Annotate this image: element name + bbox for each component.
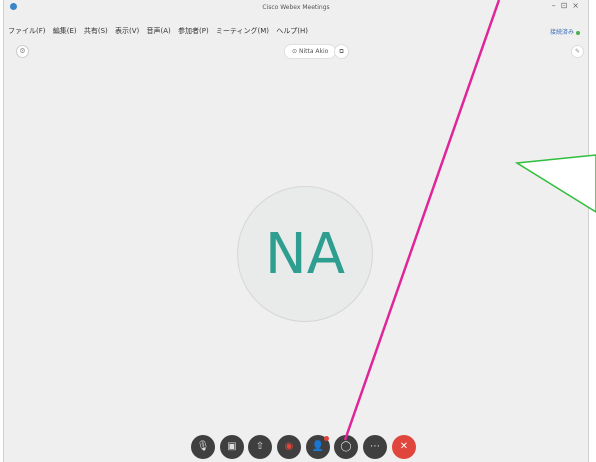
- menu-audio[interactable]: 音声(A): [147, 27, 171, 35]
- end-call-icon: ✕: [399, 441, 409, 452]
- layout-icon[interactable]: ⧉: [334, 44, 349, 59]
- share-button[interactable]: ⇧: [248, 435, 272, 459]
- participants-icon: 👤: [311, 441, 325, 452]
- record-button[interactable]: ◉: [277, 435, 301, 459]
- participant-avatar: NA: [237, 186, 373, 322]
- menu-share[interactable]: 共有(S): [84, 27, 108, 35]
- share-icon: ⇧: [255, 441, 265, 452]
- more-icon: ⋯: [370, 441, 380, 452]
- title-bar: Cisco Webex Meetings –⊡×: [4, 0, 588, 16]
- menu-file[interactable]: ファイル(F): [8, 27, 46, 35]
- camera-icon: ▣: [227, 441, 237, 452]
- chat-button[interactable]: ◯: [334, 435, 358, 459]
- menu-bar: ファイル(F) 編集(E) 共有(S) 表示(V) 音声(A) 参加者(P) ミ…: [8, 26, 313, 36]
- menu-edit[interactable]: 編集(E): [53, 27, 77, 35]
- more-button[interactable]: ⋯: [363, 435, 387, 459]
- active-speaker-pill[interactable]: ⊙ Nitta Akio: [284, 44, 337, 59]
- participants-button[interactable]: 👤: [306, 435, 330, 459]
- menu-participant[interactable]: 参加者(P): [178, 27, 209, 35]
- status-dot-icon: [576, 30, 580, 35]
- record-icon: ◉: [284, 441, 294, 452]
- connection-status-label: 接続済み: [549, 29, 574, 36]
- mute-button[interactable]: 🎙: [191, 435, 215, 459]
- settings-icon[interactable]: ⚙: [16, 45, 29, 58]
- end-meeting-button[interactable]: ✕: [392, 435, 416, 459]
- minimize-icon[interactable]: –: [552, 1, 561, 10]
- webex-window: Cisco Webex Meetings –⊡× ファイル(F) 編集(E) 共…: [3, 0, 589, 462]
- maximize-icon[interactable]: ⊡: [561, 1, 573, 10]
- menu-help[interactable]: ヘルプ(H): [276, 27, 308, 35]
- microphone-icon: 🎙: [196, 441, 210, 452]
- menu-meeting[interactable]: ミーティング(M): [216, 27, 269, 35]
- notification-badge: [324, 436, 329, 441]
- video-button[interactable]: ▣: [220, 435, 244, 459]
- pin-icon[interactable]: ✎: [571, 45, 584, 58]
- menu-view[interactable]: 表示(V): [115, 27, 139, 35]
- speaker-icon: ⊙: [292, 48, 298, 55]
- connection-status[interactable]: 接続済み: [550, 27, 580, 36]
- speaker-name: Nitta Akio: [298, 48, 329, 55]
- close-icon[interactable]: ×: [572, 1, 584, 10]
- window-controls[interactable]: –⊡×: [552, 1, 584, 10]
- window-title: Cisco Webex Meetings: [262, 4, 330, 11]
- chat-icon: ◯: [340, 441, 352, 452]
